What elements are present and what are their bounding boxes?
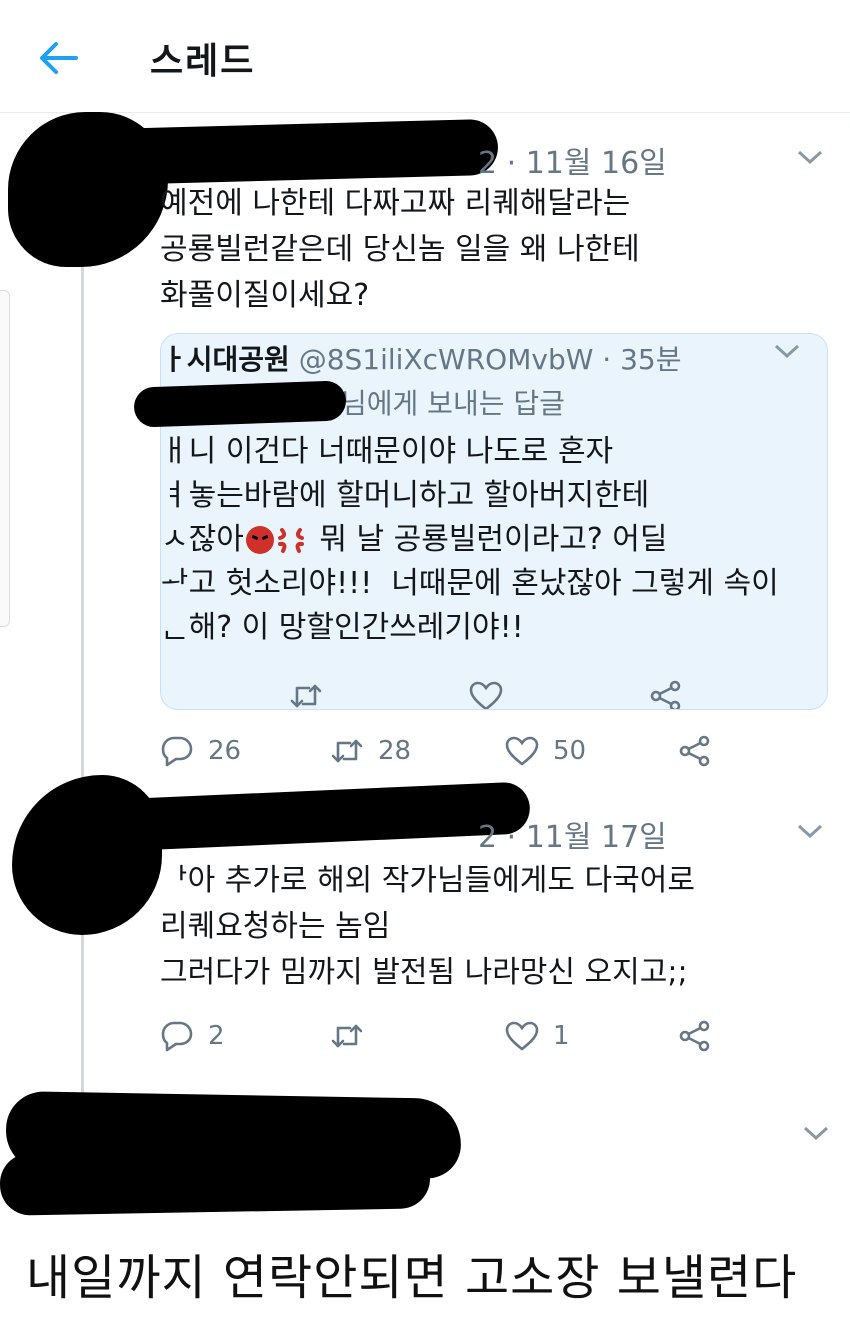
thread-line — [81, 255, 84, 795]
tweet-text-line: 공룡빌런같은데 당신놈 일을 왜 나한테 — [160, 232, 640, 267]
quoted-like-button[interactable] — [469, 676, 503, 709]
tweet-text-line: 예전에 나한테 다짜고짜 리퀘해달라는 — [160, 186, 631, 221]
quoted-text-line: ᅪ고 헛소리야!!! 너때문에 혼났잖아 그렇게 속이 — [161, 566, 779, 601]
chevron-down-icon[interactable] — [796, 822, 824, 840]
quoted-text: ㅐ니 이건다 너때문이야 나도로 혼자 ㅕ놓는바람에 할머니하고 할아버지한테 … — [161, 430, 779, 650]
heart-icon — [505, 736, 539, 766]
reply-count: 26 — [208, 736, 242, 766]
quoted-text-line: ㅅ잖아 — [161, 522, 244, 557]
quoted-text-line: 뭐 날 공룡빌런이라고? 어딜 — [309, 522, 668, 557]
like-button[interactable]: 1 — [505, 1016, 570, 1056]
redaction-mark — [19, 118, 499, 188]
retweet-count: 28 — [378, 736, 412, 766]
reply-button[interactable]: 26 — [160, 731, 241, 771]
top-bar: 스레드 — [0, 0, 850, 113]
quoted-retweet-button[interactable] — [289, 676, 323, 709]
tweet-text-line: ᅡ아 추가로 해외 작가님들에게도 다국어로 — [160, 863, 695, 898]
tweet-text-line: 그러다가 밈까지 발전됨 나라망신 오지고;; — [160, 955, 688, 990]
quoted-text-line: ㅕ놓는바람에 할머니하고 할아버지한테 — [161, 478, 650, 513]
retweet-icon — [290, 684, 322, 708]
tweet-text-line: 화풀이질이세요? — [160, 278, 370, 313]
quoted-author-handle: @8S1iliXcWROMvbW · 35분 — [298, 343, 682, 376]
reply-button[interactable]: 2 — [160, 1016, 225, 1056]
quoted-author: ㅏ시대공원 @8S1iliXcWROMvbW · 35분 — [161, 338, 682, 378]
caption-text: 내일까지 연락안되면 고소장 보낼련다 — [26, 1250, 798, 1306]
reply-icon — [161, 736, 193, 767]
back-button[interactable] — [36, 38, 80, 78]
redaction-mark — [0, 1146, 431, 1216]
like-count: 50 — [553, 736, 587, 766]
quoted-author-name: ㅏ시대공원 — [161, 343, 290, 376]
replying-to-label: 님에게 보내는 답글 — [341, 387, 565, 420]
retweet-icon — [331, 739, 363, 763]
retweet-button[interactable] — [330, 1016, 378, 1056]
quoted-text-line: ᆫ해? 이 망할인간쓰레기야!! — [161, 610, 524, 645]
tweet-date: 2 · 11월 17일 — [478, 820, 667, 855]
thread-line — [81, 930, 84, 1105]
tweet-actions: 26 28 50 — [160, 731, 720, 771]
chevron-down-icon[interactable] — [802, 1124, 830, 1142]
quoted-share-button[interactable] — [649, 676, 683, 709]
like-button[interactable]: 50 — [505, 731, 586, 771]
heart-icon — [505, 1021, 539, 1051]
like-count: 1 — [553, 1021, 570, 1051]
arrow-left-icon — [40, 42, 78, 74]
tweet-date: 2 · 11월 16일 — [478, 146, 667, 181]
reply-icon — [161, 1021, 193, 1052]
heart-icon — [469, 681, 503, 709]
tweet-text-line: 리퀘요청하는 놈임 — [160, 909, 391, 944]
tweet-actions: 2 1 — [160, 1016, 720, 1056]
share-icon — [679, 735, 710, 767]
retweet-icon — [331, 1024, 363, 1048]
redaction-mark — [133, 380, 347, 428]
anger-symbol-icon — [277, 528, 304, 553]
reply-count: 2 — [208, 1021, 225, 1051]
retweet-button[interactable]: 28 — [330, 731, 411, 771]
page-title: 스레드 — [150, 41, 256, 82]
share-icon — [650, 680, 681, 709]
angry-face-icon — [245, 526, 274, 554]
chevron-down-icon[interactable] — [773, 342, 801, 360]
chevron-down-icon[interactable] — [796, 148, 824, 166]
share-icon — [679, 1020, 710, 1052]
side-drawer-handle[interactable] — [0, 290, 10, 627]
share-button[interactable] — [678, 1016, 712, 1056]
share-button[interactable] — [678, 731, 712, 771]
quoted-text-line: ㅐ니 이건다 너때문이야 나도로 혼자 — [161, 434, 614, 469]
